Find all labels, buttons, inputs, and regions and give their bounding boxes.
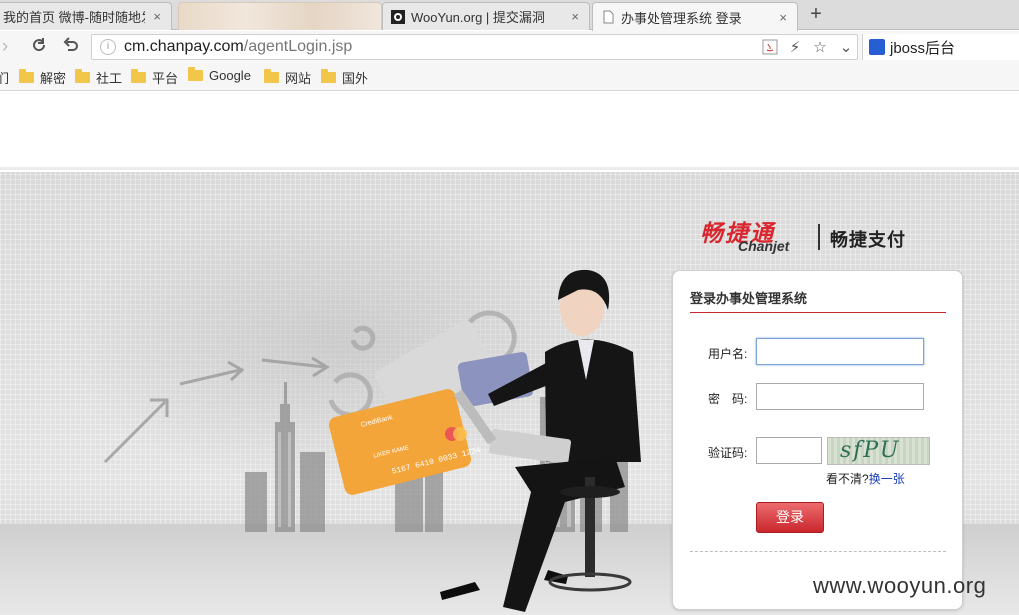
close-icon[interactable]: × [571, 9, 579, 24]
bookmark-label: 国外 [342, 71, 369, 86]
username-label: 用户名: [708, 347, 748, 361]
tab-title: 我的首页 微博-随时随地发现 [3, 10, 145, 25]
paw-icon: 🐾 [869, 39, 885, 55]
bookmark-edge[interactable]: 们 [0, 68, 9, 87]
folder-icon [131, 69, 146, 83]
security-icon[interactable]: i [100, 39, 116, 55]
url-path: /agentLogin.jsp [243, 38, 353, 55]
tab-weibo[interactable]: 我的首页 微博-随时随地发现 × [0, 2, 172, 30]
tab-login-active[interactable]: 办事处管理系统 登录 × [592, 2, 798, 31]
flash-icon[interactable]: ⚡ [786, 39, 804, 57]
close-icon[interactable]: × [153, 9, 161, 24]
tab-wooyun[interactable]: WooYun.org | 提交漏洞 × [382, 2, 590, 30]
bookmark-label: Google [209, 68, 251, 83]
tab-strip: 我的首页 微博-随时随地发现 × WooYun.org | 提交漏洞 × 办事处… [0, 0, 1019, 31]
url-text[interactable]: cm.chanpay.com/agentLogin.jsp [124, 38, 352, 56]
captcha-label: 验证码: [708, 446, 748, 460]
bookmark-label: 解密 [40, 71, 67, 86]
panel-title: 登录办事处管理系统 [690, 291, 808, 306]
logo-subtitle: 畅捷支付 [830, 230, 906, 250]
page-favicon-icon [603, 10, 614, 24]
extension-label: jboss后台 [890, 40, 956, 57]
bookmark-folder-sites[interactable]: 网站 [264, 68, 311, 87]
captcha-unclear-text: 看不清? [826, 472, 869, 486]
bookmark-label: 们 [0, 71, 10, 86]
new-tab-button[interactable]: + [805, 4, 827, 26]
login-panel: 登录办事处管理系统 用户名: 密 码: 验证码: sfPU 看不清?换一张 登录 [672, 270, 963, 610]
reload-icon[interactable] [28, 36, 50, 58]
login-stage: CrediBank LIKER KAME 5167 6410 0033 1234… [0, 172, 1019, 615]
url-host: cm.chanpay.com [124, 38, 244, 55]
close-icon[interactable]: × [779, 10, 787, 25]
panel-bottom-divider [690, 551, 946, 552]
wooyun-favicon-icon [391, 9, 405, 24]
captcha-text: sfPU [840, 438, 901, 463]
captcha-image[interactable]: sfPU [827, 437, 930, 465]
java-icon[interactable] [761, 39, 779, 57]
logo-english: Chanjet [738, 238, 790, 254]
folder-icon [321, 69, 336, 83]
password-input[interactable] [756, 383, 924, 410]
password-label: 密 码: [708, 392, 748, 406]
bookmark-folder-social[interactable]: 社工 [75, 68, 122, 87]
tab-blurred[interactable] [178, 2, 382, 30]
folder-icon [188, 67, 203, 81]
star-icon[interactable]: ☆ [811, 39, 829, 57]
login-button[interactable]: 登录 [756, 502, 824, 533]
chanjet-logo: 畅捷通 Chanjet [700, 214, 789, 254]
page-header-blank [0, 92, 1019, 170]
bookmark-folder-foreign[interactable]: 国外 [321, 68, 368, 87]
captcha-input[interactable] [756, 437, 822, 464]
chevron-down-icon[interactable]: ⌄ [837, 39, 855, 57]
undo-icon[interactable] [60, 36, 82, 58]
folder-icon [19, 69, 34, 83]
watermark: www.wooyun.org [813, 573, 987, 598]
tab-title: 办事处管理系统 登录 [621, 10, 742, 26]
captcha-help: 看不清?换一张 [826, 470, 905, 487]
captcha-refresh-link[interactable]: 换一张 [869, 472, 905, 486]
address-bar[interactable]: i cm.chanpay.com/agentLogin.jsp ⚡ ☆ ⌄ [91, 34, 858, 60]
bookmark-folder-platform[interactable]: 平台 [131, 68, 178, 87]
bookmarks-bar: 们 解密 社工 平台 Google 网站 国外 [0, 63, 1019, 91]
forward-icon[interactable]: › [0, 36, 16, 58]
extension-jboss[interactable]: 🐾 jboss后台 [862, 34, 1019, 60]
logo-divider [818, 224, 820, 250]
title-divider [690, 312, 946, 313]
bookmark-label: 网站 [285, 71, 312, 86]
username-input[interactable] [756, 338, 924, 365]
bookmark-folder-google[interactable]: Google [188, 67, 251, 83]
folder-icon [75, 69, 90, 83]
browser-toolbar: › i cm.chanpay.com/agentLogin.jsp ⚡ ☆ ⌄ … [0, 31, 1019, 63]
bookmark-label: 平台 [152, 71, 179, 86]
bookmark-label: 社工 [96, 71, 123, 86]
folder-icon [264, 69, 279, 83]
tab-title: WooYun.org | 提交漏洞 [411, 10, 545, 25]
bookmark-folder-decrypt[interactable]: 解密 [19, 68, 66, 87]
